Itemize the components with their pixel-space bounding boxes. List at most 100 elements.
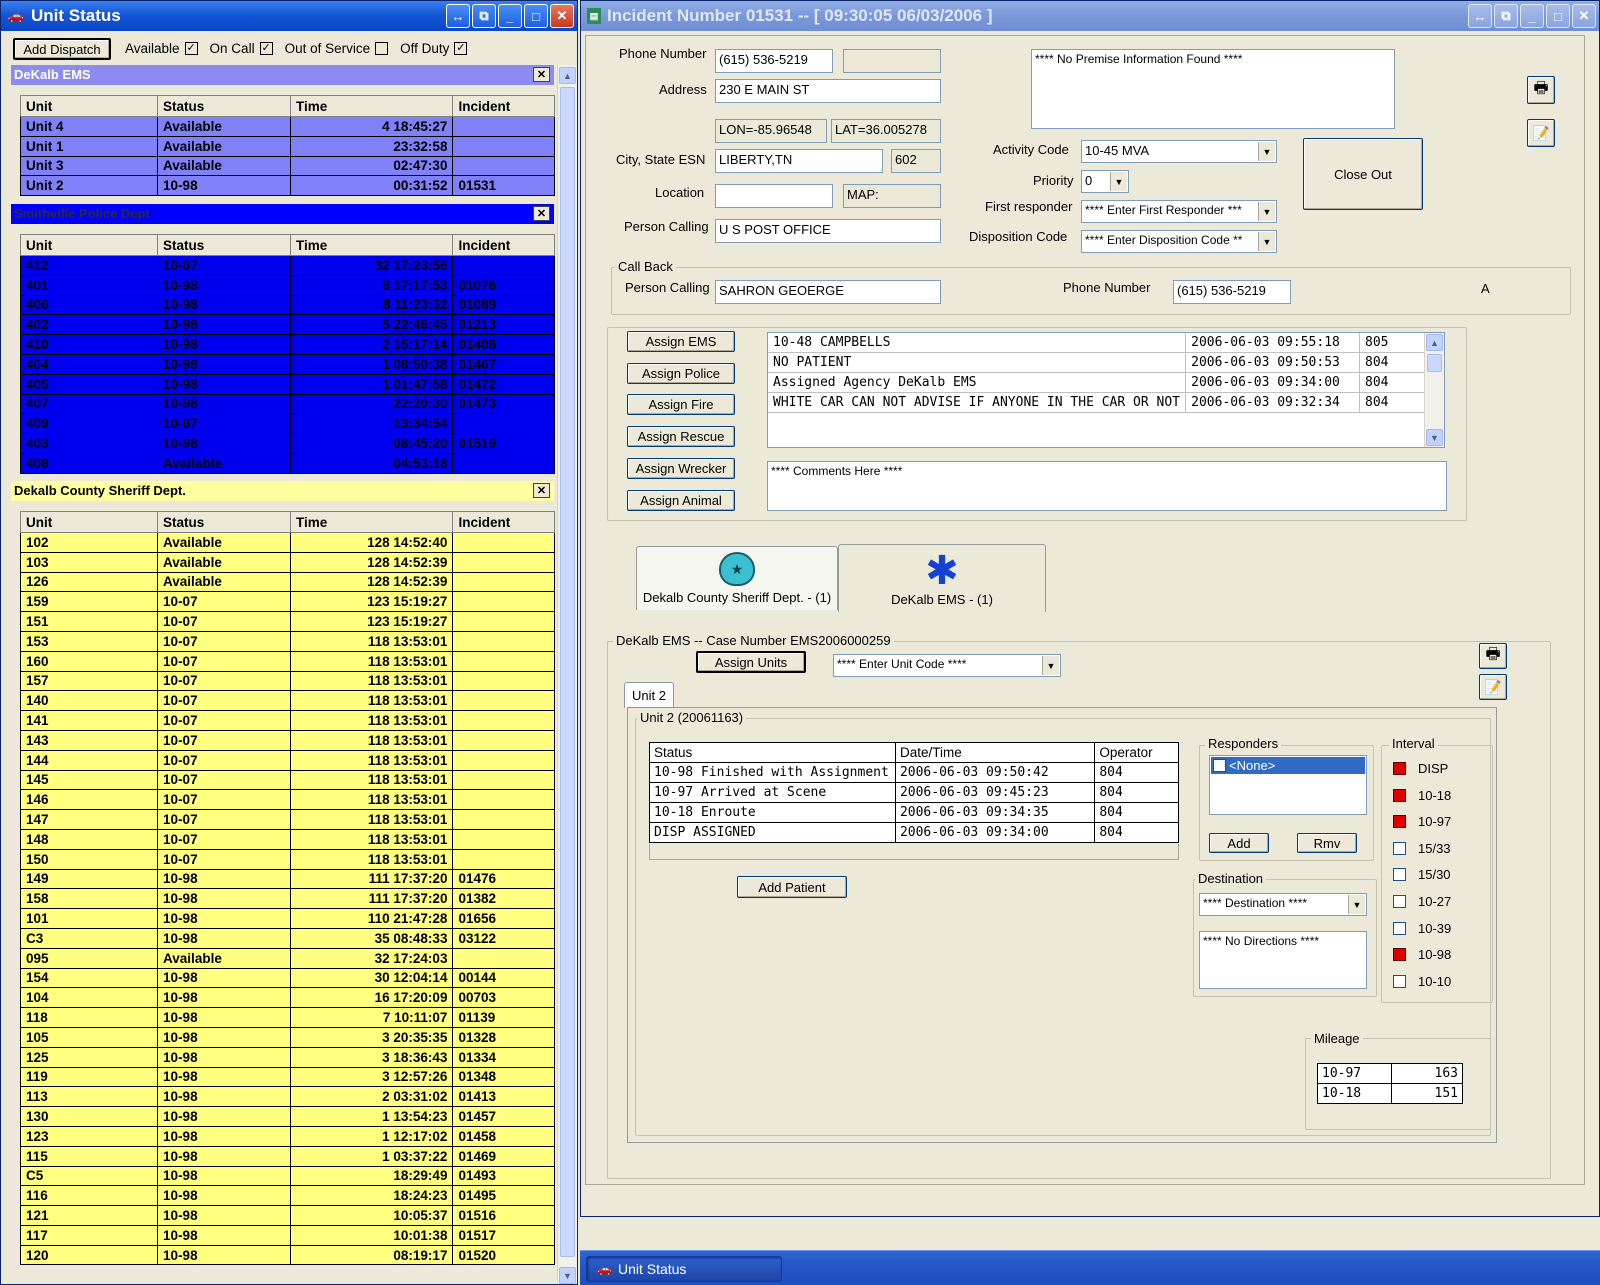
minimize-button[interactable]: _ <box>498 4 522 28</box>
table-row[interactable]: 145 10-07 118 13:53:01 <box>19 769 555 791</box>
table-row[interactable]: 409 10-07 13:34:54 <box>19 413 555 435</box>
assign-button-2[interactable]: Assign Fire <box>627 394 735 416</box>
table-row[interactable]: 149 10-98 111 17:37:20 01476 <box>19 868 555 890</box>
table-row[interactable]: 157 10-07 118 13:53:01 <box>19 670 555 692</box>
taskbar-unit-status[interactable]: 🚗 Unit Status <box>586 1256 782 1282</box>
dropdown-arrow-icon[interactable]: ▼ <box>1042 656 1059 675</box>
table-row[interactable]: 104 10-98 16 17:20:09 00703 <box>19 987 555 1009</box>
table-row[interactable]: 154 10-98 30 12:04:14 00144 <box>19 967 555 989</box>
dropdown-arrow-icon[interactable]: ▼ <box>1348 895 1365 914</box>
table-row[interactable]: 130 10-98 1 13:54:23 01457 <box>19 1106 555 1127</box>
city-field[interactable]: LIBERTY,TN <box>715 149 883 173</box>
filter-checkbox[interactable]: ✓ <box>454 42 468 55</box>
table-row[interactable]: 407 10-98 22:20:30 01473 <box>19 393 555 415</box>
tile-icon[interactable]: ⧉ <box>1494 4 1518 28</box>
add-dispatch-button[interactable]: Add Dispatch <box>13 38 111 60</box>
table-row[interactable]: 150 10-07 118 13:53:01 <box>19 848 555 870</box>
minimize-button[interactable]: _ <box>1520 4 1544 28</box>
destination-select[interactable]: **** Destination **** ▼ <box>1199 893 1367 916</box>
filter-checkbox[interactable]: ✓ <box>259 42 273 55</box>
table-row[interactable]: 105 10-98 3 20:35:35 01328 <box>19 1026 555 1048</box>
table-row[interactable]: 101 10-98 110 21:47:28 01656 <box>19 908 555 929</box>
activity-code-select[interactable]: 10-45 MVA ▼ <box>1081 140 1277 163</box>
table-row[interactable]: 116 10-98 18:24:23 01495 <box>19 1185 555 1207</box>
table-row[interactable]: 146 10-07 118 13:53:01 <box>19 789 555 811</box>
table-row[interactable]: 10-18 Enroute 2006-06-03 09:34:35 804 <box>649 802 1179 823</box>
table-row[interactable]: 408 Available 04:53:18 <box>19 452 555 474</box>
responder-item[interactable]: <None> <box>1211 757 1365 774</box>
table-row[interactable]: 410 10-98 2 15:17:14 01408 <box>19 334 555 355</box>
unit-code-select[interactable]: **** Enter Unit Code **** ▼ <box>833 654 1061 677</box>
tab-ems[interactable]: ✱ DeKalb EMS - (1) <box>838 544 1046 612</box>
interval-checkbox[interactable] <box>1393 895 1406 908</box>
case-edit-icon[interactable]: 📝 <box>1479 674 1507 700</box>
column-header[interactable]: Unit <box>19 234 159 256</box>
dropdown-arrow-icon[interactable]: ▼ <box>1258 202 1275 221</box>
restore-arrows-icon[interactable]: ↔ <box>446 4 470 28</box>
interval-checkbox[interactable] <box>1393 762 1406 775</box>
table-row[interactable]: 151 10-07 123 15:19:27 <box>19 611 555 632</box>
restore-arrows-icon[interactable]: ↔ <box>1468 4 1492 28</box>
column-header[interactable]: Unit <box>19 95 159 117</box>
responders-list[interactable]: <None> <box>1209 755 1367 815</box>
table-row[interactable]: 140 10-07 118 13:53:01 <box>19 690 555 712</box>
table-row[interactable]: 119 10-98 3 12:57:26 01348 <box>19 1066 555 1088</box>
table-row[interactable]: 148 10-07 118 13:53:01 <box>19 828 555 850</box>
interval-checkbox[interactable] <box>1393 948 1406 962</box>
interval-checkbox[interactable] <box>1393 841 1406 855</box>
table-row[interactable]: 121 10-98 10:05:37 01516 <box>19 1205 555 1226</box>
column-header[interactable]: Date/Time <box>894 742 1096 763</box>
table-row[interactable]: 126 Available 128 14:52:39 <box>19 571 555 593</box>
table-row[interactable]: C5 10-98 18:29:49 01493 <box>19 1165 555 1187</box>
scroll-down-icon[interactable]: ▼ <box>559 1267 576 1284</box>
log-row[interactable]: 10-48 CAMPBELLS 2006-06-03 09:55:18 805 <box>768 333 1428 353</box>
dropdown-arrow-icon[interactable]: ▼ <box>1258 142 1275 161</box>
table-row[interactable]: 141 10-07 118 13:53:01 <box>19 710 555 731</box>
table-row[interactable]: 103 Available 128 14:52:39 <box>19 551 555 573</box>
log-row[interactable]: Assigned Agency DeKalb EMS 2006-06-03 09:… <box>768 372 1428 393</box>
assign-button-1[interactable]: Assign Police <box>627 362 735 384</box>
table-row[interactable]: 405 10-98 1 01:47:58 01472 <box>19 373 555 395</box>
mileage-row[interactable]: 10-97 163 <box>1317 1063 1464 1084</box>
table-row[interactable]: 401 10-98 8 17:17:53 01076 <box>19 274 555 296</box>
incident-titlebar[interactable]: ▤ Incident Number 01531 -- [ 09:30:05 06… <box>581 1 1599 31</box>
close-button[interactable]: ✕ <box>1572 4 1596 28</box>
table-row[interactable]: 412 10-07 32 17:23:56 <box>19 255 555 276</box>
vertical-scrollbar[interactable]: ▲ ▼ <box>557 65 577 1284</box>
edit-form-icon[interactable]: 📝 <box>1527 119 1555 147</box>
table-row[interactable]: 402 10-98 5 22:46:45 01213 <box>19 314 555 336</box>
scroll-up-icon[interactable]: ▲ <box>559 67 576 84</box>
table-row[interactable]: 158 10-98 111 17:37:20 01382 <box>19 888 555 910</box>
add-patient-button[interactable]: Add Patient <box>737 876 847 898</box>
person-calling-field[interactable]: U S POST OFFICE <box>715 219 941 243</box>
comments-box[interactable]: **** Comments Here **** <box>767 461 1447 511</box>
close-section-icon[interactable]: ✕ <box>533 483 550 498</box>
log-scrollbar[interactable]: ▲ ▼ <box>1424 333 1444 447</box>
phone-ext-field[interactable] <box>843 49 941 73</box>
premise-info-box[interactable]: **** No Premise Information Found **** <box>1031 49 1395 129</box>
table-row[interactable]: 404 10-98 1 08:50:38 01467 <box>19 353 555 375</box>
tab-sheriff[interactable]: ★ Dekalb County Sheriff Dept. - (1) <box>636 546 838 610</box>
assign-button-4[interactable]: Assign Wrecker <box>627 457 735 479</box>
dropdown-arrow-icon[interactable]: ▼ <box>1110 172 1127 191</box>
tab-unit-2[interactable]: Unit 2 <box>624 682 674 708</box>
case-print-icon[interactable]: 🖶 <box>1479 643 1507 669</box>
filter-checkbox[interactable]: ✓ <box>184 42 198 55</box>
close-out-button[interactable]: Close Out <box>1303 138 1423 210</box>
table-row[interactable]: 143 10-07 118 13:53:01 <box>19 729 555 751</box>
column-header[interactable]: Time <box>290 234 454 256</box>
unit-status-titlebar[interactable]: 🚗 Unit Status ↔ ⧉ _ □ ✕ <box>1 1 577 31</box>
table-row[interactable]: Unit 4 Available 4 18:45:27 <box>19 116 555 137</box>
column-header[interactable]: Unit <box>19 511 159 533</box>
table-row[interactable]: 406 10-98 8 11:23:32 01089 <box>19 294 555 316</box>
column-header[interactable]: Incident <box>452 234 555 256</box>
table-row[interactable]: 095 Available 32 17:24:03 <box>19 947 555 969</box>
add-responder-button[interactable]: Add <box>1209 833 1269 853</box>
location-field[interactable] <box>715 184 833 208</box>
mileage-row[interactable]: 10-18 151 <box>1317 1083 1464 1104</box>
close-button[interactable]: ✕ <box>550 4 574 28</box>
table-row[interactable]: 144 10-07 118 13:53:01 <box>19 749 555 771</box>
interval-checkbox[interactable] <box>1393 815 1406 829</box>
close-section-icon[interactable]: ✕ <box>533 206 550 221</box>
table-row[interactable]: 10-98 Finished with Assignment 2006-06-03… <box>649 762 1179 783</box>
